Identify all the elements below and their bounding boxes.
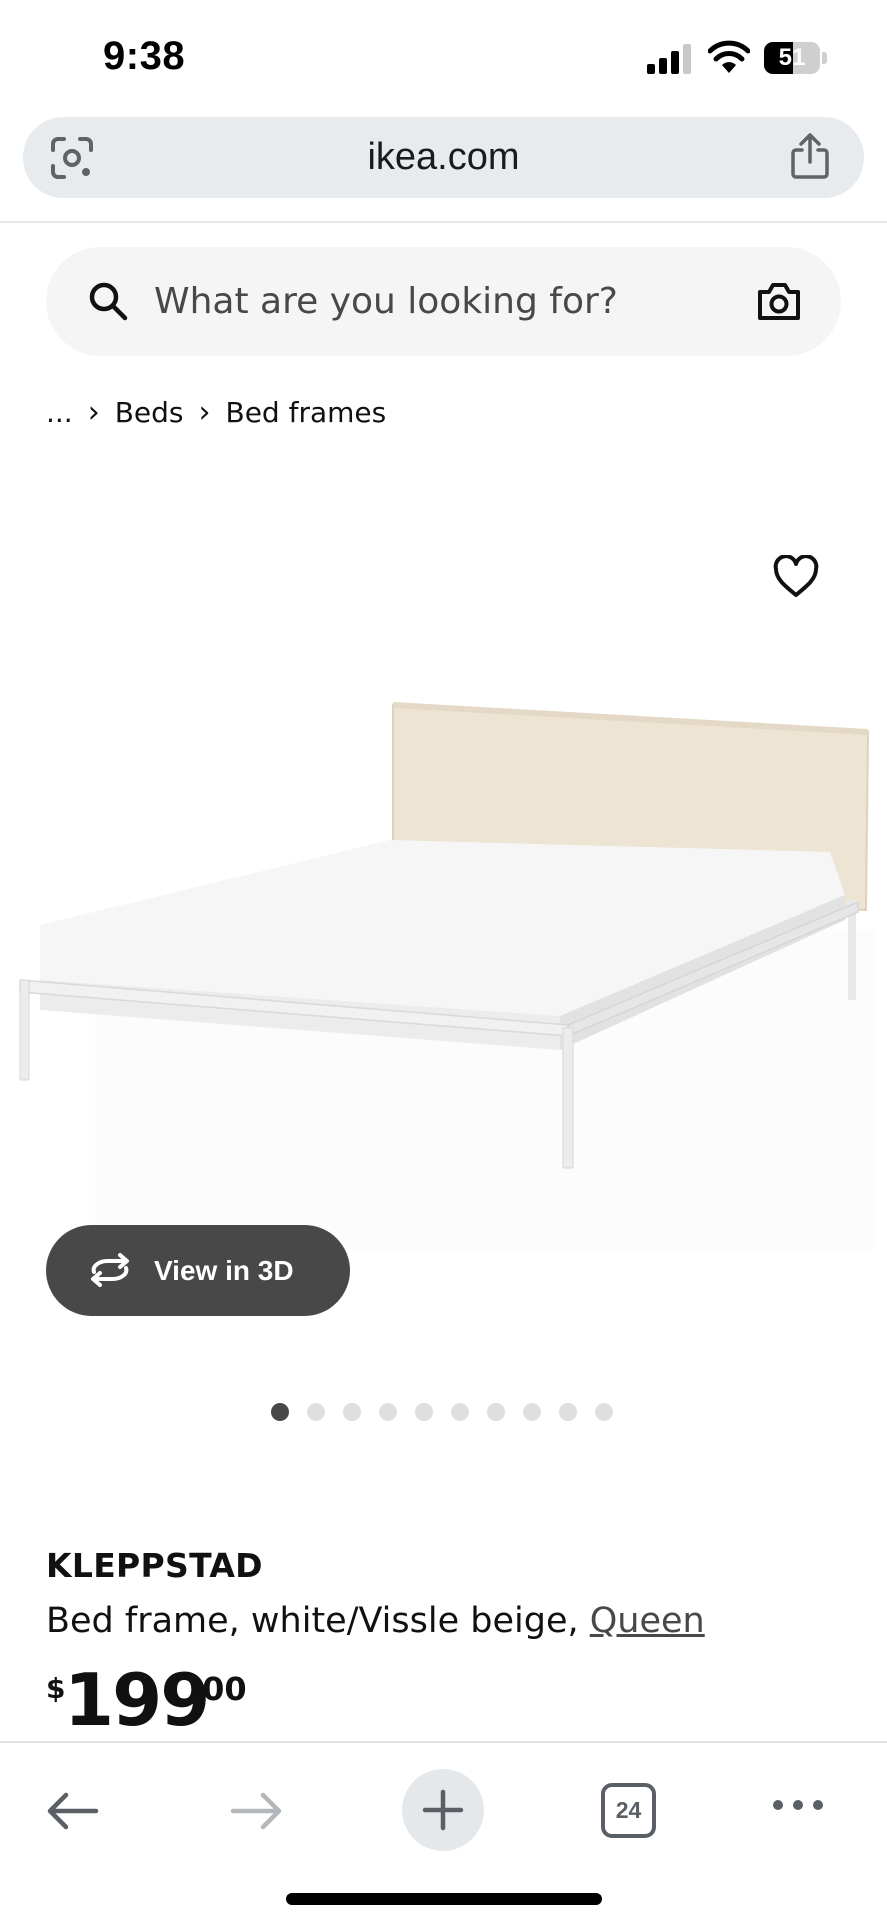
- more-icon[interactable]: [770, 1795, 826, 1815]
- image-pagination[interactable]: [271, 1403, 613, 1421]
- search-icon: [89, 282, 128, 321]
- pagination-dot[interactable]: [523, 1403, 541, 1421]
- pagination-dot[interactable]: [307, 1403, 325, 1421]
- pagination-dot[interactable]: [451, 1403, 469, 1421]
- pagination-dot[interactable]: [559, 1403, 577, 1421]
- breadcrumb: ... › Beds › Bed frames: [46, 392, 386, 432]
- battery-icon: 51: [764, 42, 828, 74]
- breadcrumb-bed-frames[interactable]: Bed frames: [226, 396, 387, 429]
- divider: [0, 221, 887, 223]
- heart-icon[interactable]: [773, 555, 819, 599]
- pagination-dot[interactable]: [487, 1403, 505, 1421]
- search-box[interactable]: [46, 247, 841, 356]
- view-in-3d-button[interactable]: View in 3D: [46, 1225, 350, 1316]
- breadcrumb-ellipsis[interactable]: ...: [46, 396, 73, 429]
- wifi-icon: [708, 40, 750, 73]
- search-input[interactable]: [154, 247, 754, 356]
- chevron-right-icon: ›: [198, 394, 211, 430]
- status-time: 9:38: [103, 34, 186, 78]
- price-decimal: .00: [190, 1670, 247, 1708]
- rotate-3d-icon: [91, 1253, 129, 1287]
- price-integer: 199: [64, 1658, 210, 1742]
- product-description: Bed frame, white/Vissle beige, Queen: [46, 1601, 705, 1641]
- product-description-text: Bed frame, white/Vissle beige,: [46, 1601, 590, 1641]
- pagination-dot[interactable]: [595, 1403, 613, 1421]
- product-image: [19, 702, 875, 1250]
- new-tab-button[interactable]: [402, 1769, 484, 1851]
- status-bar: 9:38 51: [0, 0, 887, 110]
- battery-level: 51: [778, 44, 806, 71]
- price-currency: $: [46, 1672, 66, 1705]
- cellular-signal-icon: [647, 44, 691, 74]
- view-in-3d-label: View in 3D: [154, 1255, 294, 1286]
- pagination-dot[interactable]: [415, 1403, 433, 1421]
- breadcrumb-beds[interactable]: Beds: [115, 396, 184, 429]
- pagination-dot[interactable]: [271, 1403, 289, 1421]
- chevron-right-icon: ›: [87, 394, 100, 430]
- product-size-link[interactable]: Queen: [590, 1601, 705, 1641]
- address-bar[interactable]: ikea.com: [23, 117, 864, 198]
- share-icon[interactable]: [788, 132, 832, 180]
- pagination-dot[interactable]: [343, 1403, 361, 1421]
- back-arrow-icon[interactable]: [44, 1789, 100, 1833]
- product-name: KLEPPSTAD: [46, 1546, 263, 1585]
- url-text[interactable]: ikea.com: [23, 117, 864, 198]
- tabs-icon[interactable]: 24: [601, 1783, 656, 1838]
- home-indicator[interactable]: [286, 1893, 602, 1905]
- camera-icon[interactable]: [756, 280, 802, 322]
- plus-icon: [422, 1789, 464, 1831]
- pagination-dot[interactable]: [379, 1403, 397, 1421]
- forward-arrow-icon[interactable]: [229, 1789, 285, 1833]
